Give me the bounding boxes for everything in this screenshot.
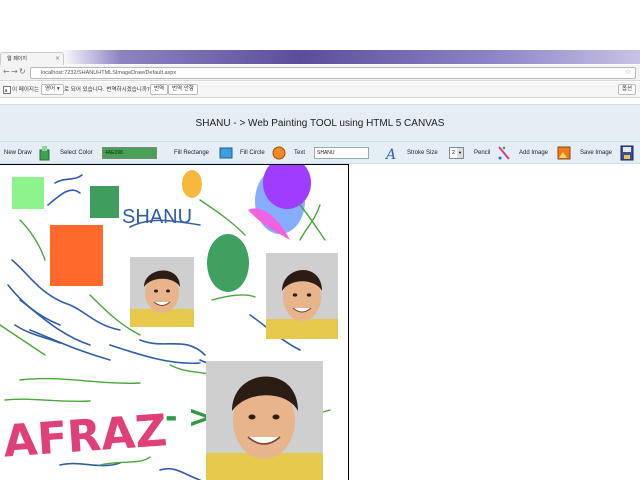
- browser-titlebar: [0, 50, 640, 64]
- translate-button[interactable]: 번역: [150, 84, 169, 95]
- text-input[interactable]: SHANU: [314, 147, 369, 159]
- back-icon[interactable]: ←: [3, 67, 10, 76]
- fill-rectangle-button[interactable]: Fill Rectange: [172, 145, 211, 161]
- stroke-size-value: 2: [452, 150, 455, 156]
- translate-icon: a: [3, 85, 11, 95]
- options-button[interactable]: 옵션: [618, 84, 637, 95]
- language-select[interactable]: 영어 ▾: [41, 84, 64, 95]
- url-text: localhost:7232/SHANUHTMLSImageDraw/Defau…: [41, 70, 177, 76]
- canvas-shanu-text: SHANU: [122, 206, 192, 228]
- tab-title: 웹 페이지: [7, 56, 27, 62]
- dark-green-rectangle: [90, 186, 119, 218]
- fill-circle-button[interactable]: Fill Circle: [238, 145, 267, 161]
- green-circle: [207, 234, 249, 292]
- child-photo-large: [206, 361, 323, 480]
- font-icon[interactable]: A: [383, 144, 399, 162]
- translate-suffix: 로 되어 있습니다. 번역하시겠습니까?: [64, 87, 150, 93]
- save-icon[interactable]: [619, 144, 635, 162]
- pencil-icon[interactable]: [496, 144, 512, 162]
- paint-bucket-icon[interactable]: [37, 144, 53, 162]
- color-input[interactable]: 4AE098: [102, 147, 157, 159]
- translate-prefix: 이 페이지는: [12, 87, 40, 93]
- tab-close-icon[interactable]: ×: [55, 53, 60, 65]
- forward-icon[interactable]: →: [11, 67, 18, 76]
- paint-toolbar: New Draw Select Color 4AE098 Fill Rectan…: [0, 142, 640, 164]
- address-row: ← → ↻ localhost:7232/SHANUHTMLSImageDraw…: [0, 65, 640, 81]
- child-photo-right: [266, 253, 338, 339]
- dropdown-arrow-icon: ▼: [457, 148, 463, 158]
- pencil-button[interactable]: Pencil: [472, 145, 492, 161]
- orange-rectangle: [50, 225, 103, 286]
- image-icon[interactable]: [556, 144, 572, 162]
- circle-icon[interactable]: [271, 144, 287, 162]
- select-color-label: Select Color: [60, 150, 93, 156]
- svg-text:A: A: [384, 147, 396, 162]
- bookmark-star-icon[interactable]: ☆: [625, 68, 631, 78]
- url-bar[interactable]: localhost:7232/SHANUHTMLSImageDraw/Defau…: [30, 67, 636, 79]
- yellow-circle: [182, 170, 202, 198]
- save-image-button[interactable]: Save Image: [578, 145, 614, 161]
- browser-window: 웹 페이지 × ← → ↻ localhost:7232/SHANUHTMLSI…: [0, 0, 640, 480]
- browser-tab[interactable]: 웹 페이지 ×: [0, 52, 64, 65]
- svg-text:a: a: [5, 88, 8, 94]
- never-translate-button[interactable]: 번역 안함: [168, 84, 198, 95]
- child-photo-small: [130, 257, 194, 327]
- add-image-button[interactable]: Add Image: [517, 145, 550, 161]
- drawing-canvas[interactable]: SHANU AFRAZ - >: [0, 164, 349, 480]
- new-draw-button[interactable]: New Draw: [2, 145, 34, 161]
- stroke-size-label: Stroke Size: [407, 150, 438, 156]
- page-title: SHANU - > Web Painting TOOL using HTML 5…: [0, 104, 640, 142]
- stroke-size-select[interactable]: 2 ▼: [449, 147, 464, 159]
- light-green-rectangle: [12, 177, 44, 209]
- rectangle-icon[interactable]: [218, 144, 234, 162]
- text-label: Text: [294, 150, 306, 156]
- translate-bar: a 이 페이지는 영어 ▾ 로 되어 있습니다. 번역하시겠습니까? 번역 번역…: [0, 82, 640, 98]
- reload-icon[interactable]: ↻: [19, 67, 26, 76]
- canvas-afraz-text: AFRAZ: [2, 405, 169, 467]
